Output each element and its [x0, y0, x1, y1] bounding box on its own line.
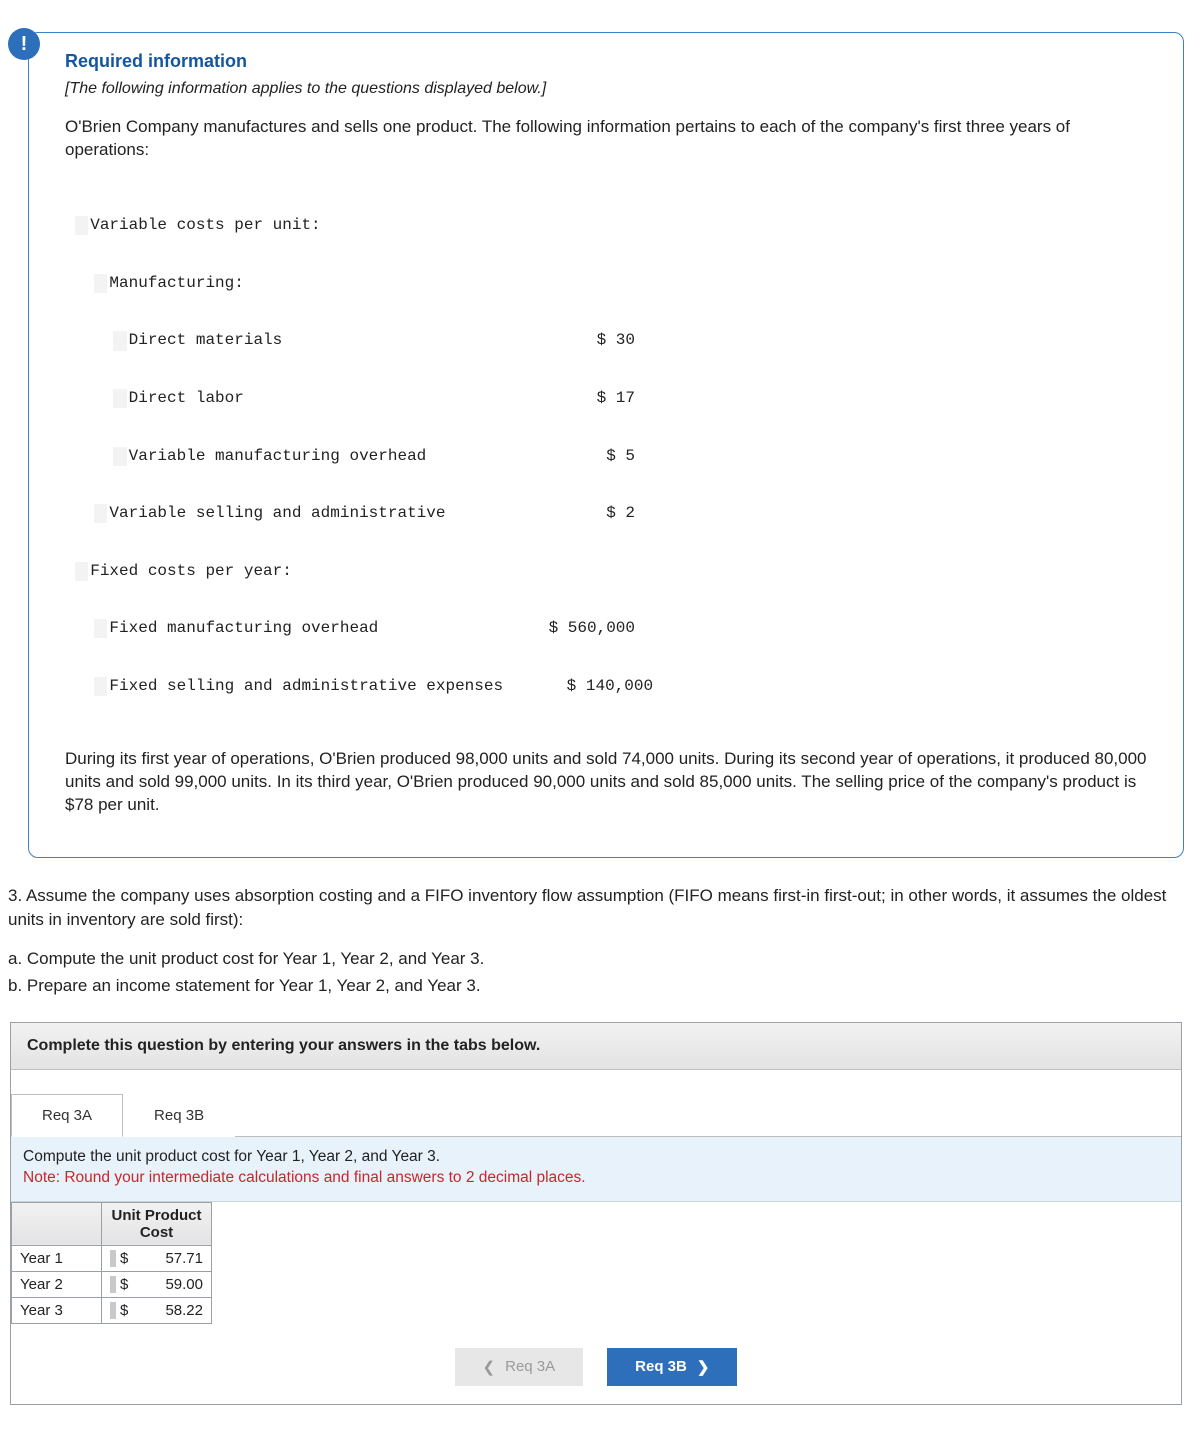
prev-req-label: Req 3A: [505, 1358, 555, 1375]
table-corner-cell: [12, 1202, 102, 1245]
answers-panel: Complete this question by entering your …: [10, 1022, 1182, 1405]
answers-banner: Complete this question by entering your …: [11, 1023, 1181, 1070]
question-3b-text: b. Prepare an income statement for Year …: [8, 974, 1182, 997]
chevron-right-icon: ❯: [697, 1358, 710, 1376]
question-3a-text: a. Compute the unit product cost for Yea…: [8, 947, 1182, 970]
row-value-year3[interactable]: $58.22: [102, 1297, 212, 1323]
info-badge-icon: !: [8, 28, 40, 60]
required-info-panel: Required information [The following info…: [28, 32, 1184, 858]
required-info-intro: O'Brien Company manufactures and sells o…: [65, 116, 1155, 162]
tab-instruction-note: Note: Round your intermediate calculatio…: [23, 1168, 1169, 1189]
unit-product-cost-table: Unit Product Cost Year 1 $57.71 Year 2 $…: [11, 1202, 212, 1324]
tab-instructions: Compute the unit product cost for Year 1…: [11, 1137, 1181, 1202]
table-row: Year 3 $58.22: [12, 1297, 212, 1323]
question-3-text: 3. Assume the company uses absorption co…: [8, 884, 1182, 931]
row-value-year1[interactable]: $57.71: [102, 1245, 212, 1271]
chevron-left-icon: ❮: [483, 1358, 496, 1376]
prev-req-button[interactable]: ❮ Req 3A: [455, 1348, 584, 1386]
question-block: 3. Assume the company uses absorption co…: [4, 882, 1196, 998]
tab-req-3a[interactable]: Req 3A: [11, 1094, 123, 1137]
required-info-subtitle: [The following information applies to th…: [65, 80, 1155, 98]
row-value-year2[interactable]: $59.00: [102, 1271, 212, 1297]
row-label-year3: Year 3: [12, 1297, 102, 1323]
next-req-button[interactable]: Req 3B ❯: [607, 1348, 737, 1386]
required-info-title: Required information: [65, 51, 1155, 72]
table-header-upc: Unit Product Cost: [102, 1202, 212, 1245]
tabs-row: Req 3A Req 3B: [11, 1094, 1181, 1137]
required-info-body: During its first year of operations, O'B…: [65, 748, 1155, 817]
table-row: Year 2 $59.00: [12, 1271, 212, 1297]
row-label-year2: Year 2: [12, 1271, 102, 1297]
cost-data-block: Variable costs per unit: Manufacturing: …: [65, 178, 1155, 734]
row-label-year1: Year 1: [12, 1245, 102, 1271]
next-req-label: Req 3B: [635, 1358, 687, 1375]
tab-instruction-line: Compute the unit product cost for Year 1…: [23, 1147, 1169, 1168]
tab-req-3b[interactable]: Req 3B: [123, 1094, 235, 1137]
nav-row: ❮ Req 3A Req 3B ❯: [11, 1324, 1181, 1404]
table-row: Year 1 $57.71: [12, 1245, 212, 1271]
